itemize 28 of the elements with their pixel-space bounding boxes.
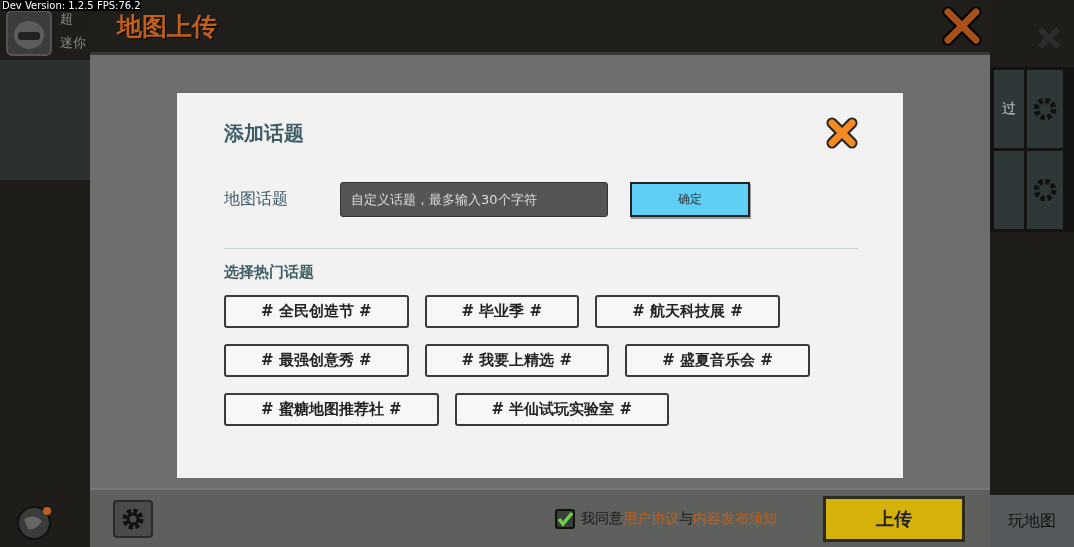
checkbox[interactable] [555, 508, 575, 529]
topic-tag[interactable]: # 蜜糖地图推荐社 # [224, 393, 439, 426]
agreement-text: 我同意用户协议与内容发布须知 [581, 509, 777, 528]
topic-tag[interactable]: # 航天科技展 # [595, 295, 780, 328]
profile-name: 超 [60, 10, 74, 28]
topic-tag[interactable]: # 全民创造节 # [224, 295, 409, 328]
panel-title: 地图上传 [117, 10, 217, 43]
gear-icon [121, 506, 145, 531]
settings-button[interactable] [113, 499, 153, 538]
topic-tag[interactable]: # 毕业季 # [424, 295, 580, 328]
section-heading: 选择热门话题 [224, 263, 315, 282]
close-icon[interactable] [826, 117, 858, 149]
upload-button[interactable]: 上传 [823, 495, 965, 542]
gear-icon[interactable] [1032, 177, 1058, 203]
side-tile[interactable] [994, 151, 1024, 229]
side-tile[interactable]: 过 [994, 70, 1024, 148]
topic-input-field[interactable]: 自定义话题，最多输入30个字符 [340, 182, 608, 217]
topic-tag[interactable]: # 半仙试玩实验室 # [454, 393, 670, 426]
dialog-title: 添加话题 [224, 119, 304, 147]
confirm-button[interactable]: 确定 [630, 182, 750, 217]
topic-tag[interactable]: # 我要上精选 # [424, 344, 610, 377]
gear-icon[interactable] [1032, 96, 1058, 122]
avatar-icon [6, 10, 52, 56]
field-label: 地图话题 [224, 189, 289, 210]
topic-tag[interactable]: # 最强创意秀 # [224, 344, 409, 377]
dev-version-label: Dev Version: 1.2.5 FPS:76.2 [2, 0, 141, 11]
topic-tag[interactable]: # 盛夏音乐会 # [625, 344, 810, 377]
profile-subtitle: 迷你 [60, 34, 86, 52]
